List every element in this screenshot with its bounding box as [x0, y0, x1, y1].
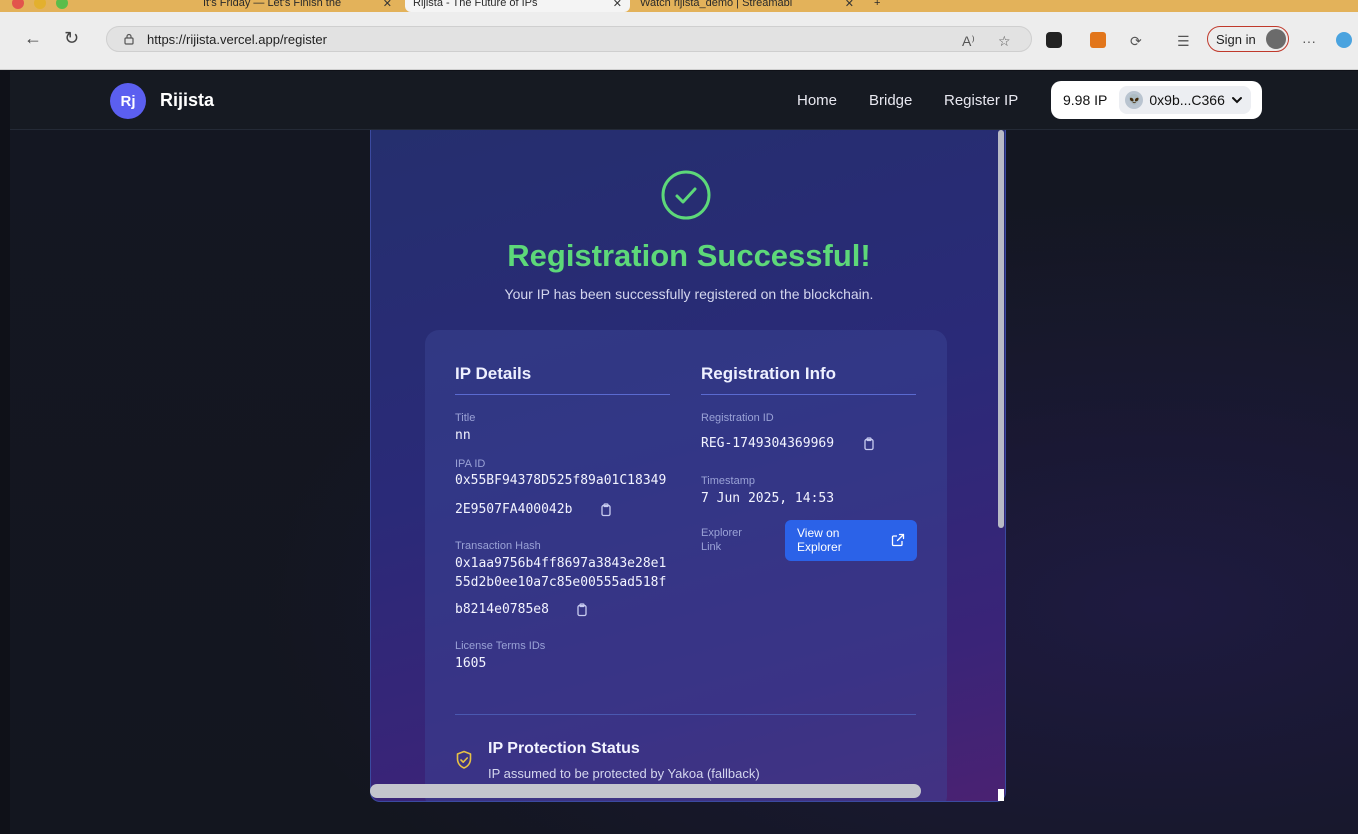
- wallet-address-chip[interactable]: 👽 0x9b...C366: [1119, 86, 1251, 114]
- favorite-star-icon[interactable]: ☆: [998, 33, 1011, 50]
- external-link-icon: [891, 533, 905, 547]
- registration-info-heading: Registration Info: [701, 364, 837, 383]
- new-tab-icon[interactable]: +: [866, 0, 890, 12]
- browser-tab-2[interactable]: Rijista - The Future of IPs ✕: [405, 0, 630, 12]
- copy-ipa-id-icon[interactable]: [599, 503, 613, 517]
- extensions-puzzle-icon[interactable]: ⟳: [1130, 33, 1142, 50]
- tab-close-icon[interactable]: ✕: [613, 0, 622, 10]
- tx-hash-line-1: 0x1aa9756b4ff8697a3843e28e1: [455, 556, 667, 571]
- lock-icon: [124, 33, 134, 45]
- browser-tab-strip: It's Friday — Let's Finish the ✕ Rijista…: [0, 0, 1358, 12]
- browser-tab-3[interactable]: Watch rijista_demo | Streamabl ✕: [632, 0, 862, 12]
- ipa-id-line-2: 2E9507FA400042b: [455, 502, 573, 517]
- tab-label: Watch rijista_demo | Streamabl: [640, 0, 793, 9]
- favorites-icon[interactable]: ☰: [1177, 33, 1190, 50]
- nav-link-home[interactable]: Home: [797, 92, 837, 109]
- ipa-id-line-1: 0x55BF94378D525f89a01C18349: [455, 473, 667, 488]
- tx-hash-line-3: b8214e0785e8: [455, 602, 549, 617]
- check-circle-icon: [661, 170, 711, 220]
- more-menu-icon[interactable]: ···: [1302, 33, 1316, 49]
- license-terms-value: 1605: [455, 656, 487, 671]
- view-on-explorer-button[interactable]: View on Explorer: [785, 520, 917, 561]
- registration-id-label: Registration ID: [701, 412, 774, 424]
- registration-id-value: REG-1749304369969: [701, 436, 835, 451]
- browser-tab-1[interactable]: It's Friday — Let's Finish the ✕: [195, 0, 400, 12]
- extension-icon[interactable]: [1046, 32, 1062, 48]
- profile-avatar: [1266, 29, 1286, 49]
- horizontal-scrollbar-thumb[interactable]: [370, 784, 921, 798]
- sign-in-label: Sign in: [1216, 31, 1256, 47]
- top-navbar: Rj Rijista Home Bridge Register IP 9.98 …: [10, 71, 1358, 130]
- tab-close-icon[interactable]: ✕: [845, 0, 854, 10]
- title-value: nn: [455, 428, 471, 443]
- shield-check-icon: [456, 750, 472, 769]
- wallet-address: 0x9b...C366: [1149, 92, 1225, 108]
- address-bar[interactable]: https://rijista.vercel.app/register: [106, 26, 1032, 52]
- vertical-scrollbar-end: [998, 789, 1004, 801]
- details-panel: IP Details Title nn IPA ID 0x55BF94378D5…: [425, 330, 947, 801]
- ipa-id-label: IPA ID: [455, 458, 486, 470]
- success-subtitle: Your IP has been successfully registered…: [504, 286, 874, 302]
- registration-success-card: Registration Successful! Your IP has bee…: [370, 130, 1006, 802]
- alien-avatar-icon: 👽: [1125, 91, 1144, 109]
- tab-label: It's Friday — Let's Finish the: [203, 0, 342, 9]
- url-text: https://rijista.vercel.app/register: [147, 31, 327, 47]
- nav-link-bridge[interactable]: Bridge: [869, 92, 912, 109]
- close-window-dot[interactable]: [12, 0, 24, 9]
- app-viewport: Rj Rijista Home Bridge Register IP 9.98 …: [10, 71, 1358, 834]
- tab-label: Rijista - The Future of IPs: [413, 0, 538, 9]
- title-label: Title: [455, 412, 476, 424]
- zoom-window-dot[interactable]: [56, 0, 68, 9]
- license-terms-label: License Terms IDs: [455, 640, 546, 652]
- logo-badge[interactable]: Rj: [110, 83, 146, 119]
- timestamp-label: Timestamp: [701, 475, 755, 487]
- copy-tx-hash-icon[interactable]: [575, 603, 589, 617]
- sign-in-button[interactable]: Sign in: [1207, 26, 1289, 52]
- tx-hash-label: Transaction Hash: [455, 540, 541, 552]
- back-arrow-icon[interactable]: ←: [24, 29, 42, 47]
- copy-registration-id-icon[interactable]: [862, 437, 876, 451]
- wallet-button[interactable]: 9.98 IP 👽 0x9b...C366: [1051, 81, 1262, 119]
- section-divider: [455, 714, 916, 715]
- brand-name[interactable]: Rijista: [160, 90, 214, 111]
- reload-icon[interactable]: ↻: [64, 29, 79, 47]
- vertical-scrollbar-thumb[interactable]: [998, 130, 1004, 528]
- timestamp-value: 7 Jun 2025, 14:53: [701, 491, 835, 506]
- success-title: Registration Successful!: [507, 238, 871, 273]
- divider: [701, 394, 916, 395]
- explorer-label-2: Link: [701, 541, 722, 553]
- protection-status-title: IP Protection Status: [488, 740, 640, 757]
- wallet-balance: 9.98 IP: [1063, 92, 1108, 108]
- copilot-icon[interactable]: [1336, 32, 1352, 48]
- metamask-icon[interactable]: [1090, 32, 1106, 48]
- nav-link-register-ip[interactable]: Register IP: [944, 92, 1018, 109]
- protection-status-text: IP assumed to be protected by Yakoa (fal…: [488, 766, 760, 781]
- tab-close-icon[interactable]: ✕: [383, 0, 392, 10]
- chevron-down-icon: [1231, 97, 1242, 104]
- ip-details-heading: IP Details: [455, 364, 532, 383]
- tx-hash-line-2: 55d2b0ee10a7c85e00555ad518f: [455, 575, 667, 590]
- divider: [455, 394, 670, 395]
- read-aloud-icon[interactable]: A⁾: [962, 33, 975, 50]
- minimize-window-dot[interactable]: [34, 0, 46, 9]
- explorer-label: Explorer: [701, 527, 742, 539]
